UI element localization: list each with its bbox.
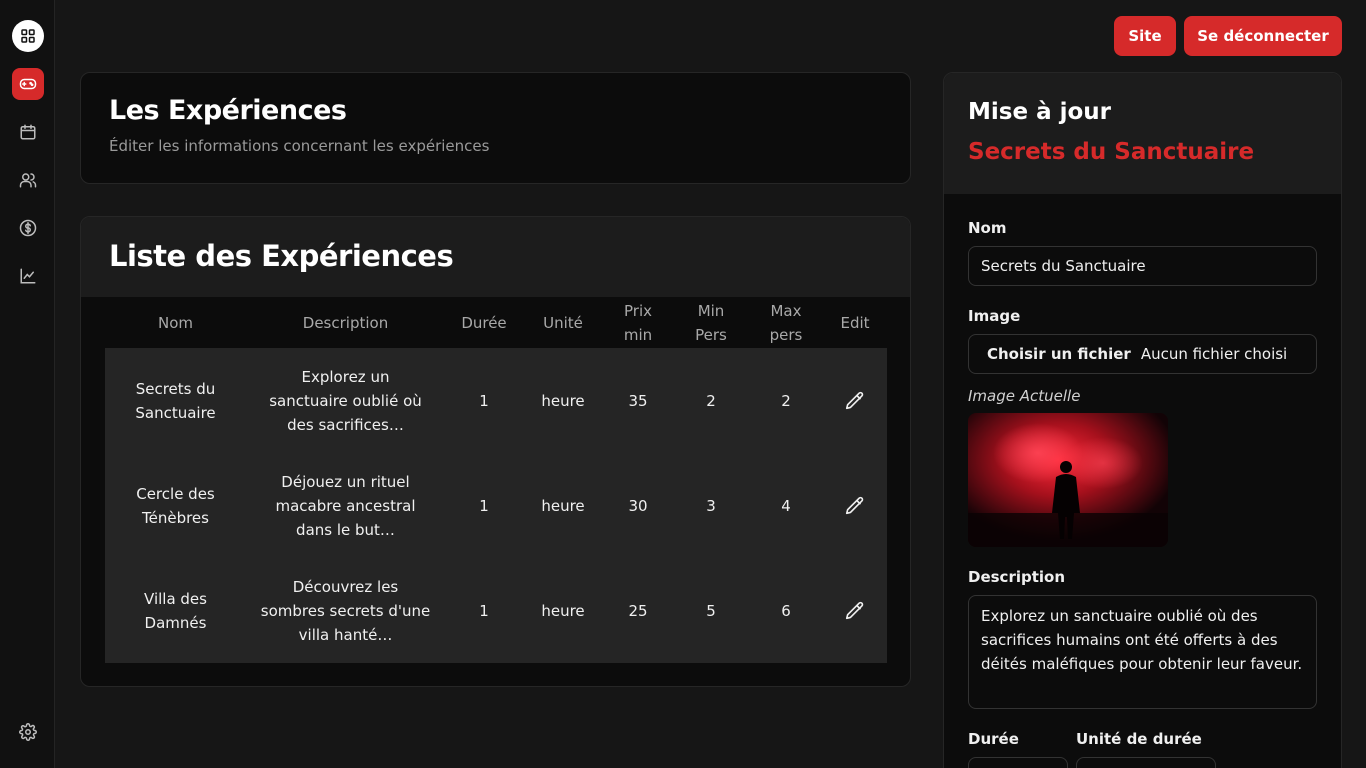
col-header-unite: Unité xyxy=(543,314,583,332)
edit-panel: Mise à jour Secrets du Sanctuaire Nom Se… xyxy=(943,72,1342,768)
image-label: Image xyxy=(968,307,1021,325)
pencil-icon xyxy=(845,601,864,619)
current-image xyxy=(968,413,1168,547)
col-header-min-pers-label: Min Pers xyxy=(695,302,727,344)
description-label: Description xyxy=(968,568,1066,586)
sidebar-item-settings[interactable] xyxy=(12,716,44,748)
current-image-label: Image Actuelle xyxy=(968,387,1081,405)
col-header-prix-min: Prix min xyxy=(603,297,673,349)
row-max-pers: 6 xyxy=(781,601,791,620)
row-nom: Villa des Damnés xyxy=(144,589,207,632)
sidebar xyxy=(0,0,55,768)
list-header: Liste des Expériences xyxy=(81,217,910,297)
row-nom: Cercle des Ténèbres xyxy=(136,484,215,527)
sidebar-item-experiences[interactable] xyxy=(12,68,44,100)
row-unite: heure xyxy=(541,496,585,515)
col-header-max-pers-label: Max pers xyxy=(769,302,803,344)
duree-label: Durée xyxy=(968,730,1019,748)
row-min-pers: 5 xyxy=(706,601,716,620)
row-description: Déjouez un rituel macabre ancestral dans… xyxy=(275,472,416,539)
settings-icon xyxy=(19,723,37,741)
row-max-pers: 2 xyxy=(781,391,791,410)
row-nom: Secrets du Sanctuaire xyxy=(135,379,216,422)
experiences-list-card: Liste des Expériences Nom Description Du… xyxy=(80,216,911,687)
table-cell-nom: Cercle des Ténèbres xyxy=(105,453,246,558)
file-status: Aucun fichier choisi xyxy=(1140,345,1288,363)
pencil-icon xyxy=(845,391,864,409)
description-field[interactable]: Explorez un sanctuaire oublié où des sac… xyxy=(968,595,1317,709)
row-min-pers: 3 xyxy=(706,496,716,515)
sidebar-item-dashboard[interactable] xyxy=(12,20,44,52)
row-description: Explorez un sanctuaire oublié où des sac… xyxy=(269,367,422,434)
table-cell-nom: Villa des Damnés xyxy=(105,558,246,663)
users-icon xyxy=(19,173,37,188)
page-title: Les Expériences xyxy=(109,95,347,126)
row-duree: 1 xyxy=(479,601,489,620)
row-prix-min: 35 xyxy=(628,391,648,410)
edit-panel-header: Mise à jour Secrets du Sanctuaire xyxy=(944,73,1341,194)
col-header-duree: Durée xyxy=(461,314,507,332)
sidebar-item-users[interactable] xyxy=(12,164,44,196)
col-header-prix-min-label: Prix min xyxy=(623,302,653,344)
page-subtitle: Éditer les informations concernant les e… xyxy=(109,137,490,155)
col-header-max-pers: Max pers xyxy=(749,297,823,349)
row-max-pers: 4 xyxy=(781,496,791,515)
dashboard-icon xyxy=(21,29,35,43)
pencil-icon xyxy=(845,496,864,514)
row-min-pers: 2 xyxy=(706,391,716,410)
gamepad-icon xyxy=(19,78,37,90)
list-title: Liste des Expériences xyxy=(109,239,454,273)
edit-button[interactable] xyxy=(823,453,887,558)
table-cell-description: Explorez un sanctuaire oublié où des sac… xyxy=(246,348,445,453)
calendar-icon xyxy=(20,124,36,140)
site-button[interactable]: Site xyxy=(1114,16,1176,56)
edit-panel-subtitle: Secrets du Sanctuaire xyxy=(968,139,1255,165)
row-prix-min: 30 xyxy=(628,496,648,515)
choose-file-button[interactable]: Choisir un fichier xyxy=(987,345,1131,363)
sidebar-item-stats[interactable] xyxy=(12,260,44,292)
row-prix-min: 25 xyxy=(628,601,648,620)
duree-field[interactable] xyxy=(968,757,1068,768)
image-file-input[interactable]: Choisir un fichier Aucun fichier choisi xyxy=(968,334,1317,374)
sidebar-item-calendar[interactable] xyxy=(12,116,44,148)
table-body: Secrets du Sanctuaire Explorez un sanctu… xyxy=(105,348,887,663)
edit-button[interactable] xyxy=(823,348,887,453)
unite-select[interactable] xyxy=(1076,757,1216,768)
edit-panel-title: Mise à jour xyxy=(968,99,1111,125)
col-header-min-pers: Min Pers xyxy=(673,297,749,349)
nom-label: Nom xyxy=(968,219,1007,237)
row-duree: 1 xyxy=(479,391,489,410)
sidebar-item-finance[interactable] xyxy=(12,212,44,244)
col-header-edit: Edit xyxy=(840,314,870,332)
header-card: Les Expériences Éditer les informations … xyxy=(80,72,911,184)
unite-label: Unité de durée xyxy=(1076,730,1202,748)
chart-icon xyxy=(20,268,36,284)
row-duree: 1 xyxy=(479,496,489,515)
logout-button[interactable]: Se déconnecter xyxy=(1184,16,1342,56)
table-cell-nom: Secrets du Sanctuaire xyxy=(105,348,246,453)
table-cell-description: Découvrez les sombres secrets d'une vill… xyxy=(246,558,445,663)
nom-field[interactable]: Secrets du Sanctuaire xyxy=(968,246,1317,286)
edit-button[interactable] xyxy=(823,558,887,663)
table-cell-description: Déjouez un rituel macabre ancestral dans… xyxy=(246,453,445,558)
dollar-icon xyxy=(19,219,37,237)
row-description: Découvrez les sombres secrets d'une vill… xyxy=(260,577,431,644)
row-unite: heure xyxy=(541,391,585,410)
current-image-illustration xyxy=(968,413,1168,547)
row-unite: heure xyxy=(541,601,585,620)
col-header-description: Description xyxy=(302,314,389,332)
col-header-nom: Nom xyxy=(157,314,193,332)
